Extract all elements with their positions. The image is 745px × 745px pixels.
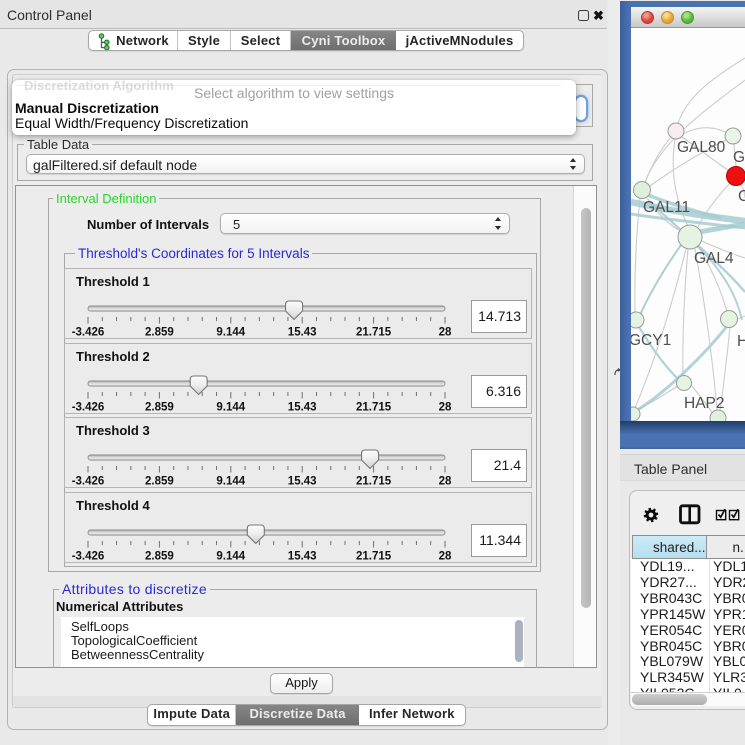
svg-text:9.144: 9.144 xyxy=(216,401,245,413)
svg-text:28: 28 xyxy=(439,327,452,339)
svg-text:HAP2: HAP2 xyxy=(684,395,725,412)
svg-text:-3.426: -3.426 xyxy=(72,401,105,413)
svg-text:21.715: 21.715 xyxy=(356,327,392,339)
svg-text:2.859: 2.859 xyxy=(145,327,174,339)
svg-text:21.715: 21.715 xyxy=(356,550,392,562)
svg-text:GAL11: GAL11 xyxy=(643,199,690,216)
svg-text:15.43: 15.43 xyxy=(288,476,317,488)
svg-text:2.859: 2.859 xyxy=(145,550,174,562)
svg-text:H: H xyxy=(737,333,745,350)
svg-text:21.715: 21.715 xyxy=(356,401,392,413)
svg-text:2.859: 2.859 xyxy=(145,476,174,488)
svg-text:28: 28 xyxy=(439,476,452,488)
svg-text:-3.426: -3.426 xyxy=(72,476,105,488)
svg-text:GCY1: GCY1 xyxy=(631,332,671,349)
svg-text:9.144: 9.144 xyxy=(216,476,245,488)
svg-text:-3.426: -3.426 xyxy=(72,550,105,562)
svg-text:GAL4: GAL4 xyxy=(694,250,734,267)
svg-text:15.43: 15.43 xyxy=(288,327,317,339)
svg-text:15.43: 15.43 xyxy=(288,401,317,413)
svg-text:15.43: 15.43 xyxy=(288,550,317,562)
svg-text:9.144: 9.144 xyxy=(216,550,245,562)
svg-text:-3.426: -3.426 xyxy=(72,327,105,339)
svg-text:GA: GA xyxy=(733,149,745,166)
svg-text:C: C xyxy=(738,188,745,205)
svg-text:9.144: 9.144 xyxy=(216,327,245,339)
svg-text:21.715: 21.715 xyxy=(356,476,392,488)
svg-text:GAL80: GAL80 xyxy=(677,139,726,156)
svg-text:28: 28 xyxy=(439,401,452,413)
svg-text:28: 28 xyxy=(439,550,452,562)
svg-text:2.859: 2.859 xyxy=(145,401,174,413)
